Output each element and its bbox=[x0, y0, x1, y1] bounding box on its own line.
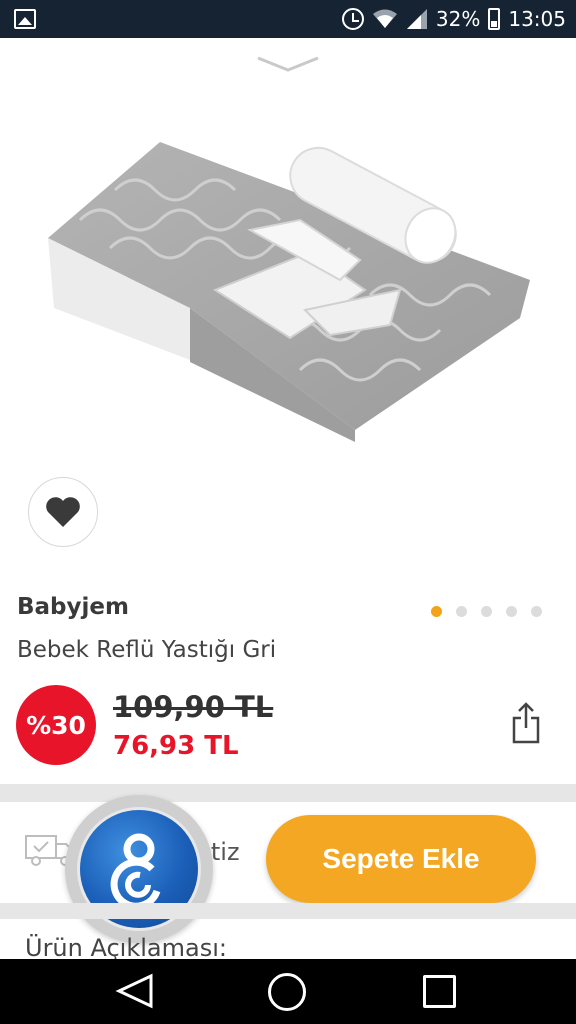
signal-icon bbox=[406, 9, 427, 29]
home-icon[interactable] bbox=[268, 973, 306, 1011]
clock: 13:05 bbox=[508, 7, 566, 31]
old-price: 109,90 TL bbox=[113, 690, 274, 724]
battery-icon bbox=[488, 8, 501, 30]
pagination-dot[interactable] bbox=[456, 606, 467, 617]
assistant-bubble[interactable] bbox=[65, 795, 213, 943]
wifi-icon bbox=[372, 9, 397, 28]
pagination-dot[interactable] bbox=[531, 606, 542, 617]
product-title: Bebek Reflü Yastığı Gri bbox=[17, 637, 277, 663]
pagination-dot[interactable] bbox=[506, 606, 517, 617]
pagination-dot[interactable] bbox=[481, 606, 492, 617]
product-image[interactable] bbox=[40, 130, 540, 450]
heart-icon bbox=[46, 497, 80, 527]
battery-percent: 32% bbox=[435, 7, 481, 31]
add-to-cart-button[interactable]: Sepete Ekle bbox=[266, 815, 536, 903]
alarm-icon bbox=[341, 8, 364, 30]
brand-name[interactable]: Babyjem bbox=[17, 594, 129, 620]
image-pagination bbox=[431, 606, 542, 617]
favorite-button[interactable] bbox=[28, 477, 98, 547]
babyjem-logo-icon bbox=[110, 833, 161, 909]
section-divider bbox=[0, 784, 576, 802]
description-heading[interactable]: Ürün Açıklaması: bbox=[25, 934, 227, 962]
pagination-dot[interactable] bbox=[431, 606, 442, 617]
recent-apps-icon[interactable] bbox=[423, 975, 456, 1008]
discount-badge: %30 bbox=[16, 685, 96, 765]
status-bar: 32% 13:05 bbox=[0, 0, 576, 38]
chevron-down-icon[interactable] bbox=[256, 54, 320, 74]
share-icon[interactable] bbox=[512, 702, 540, 744]
back-icon[interactable] bbox=[115, 973, 155, 1009]
section-divider bbox=[0, 903, 576, 919]
gallery-icon bbox=[14, 9, 36, 29]
current-price: 76,93 TL bbox=[113, 731, 239, 761]
